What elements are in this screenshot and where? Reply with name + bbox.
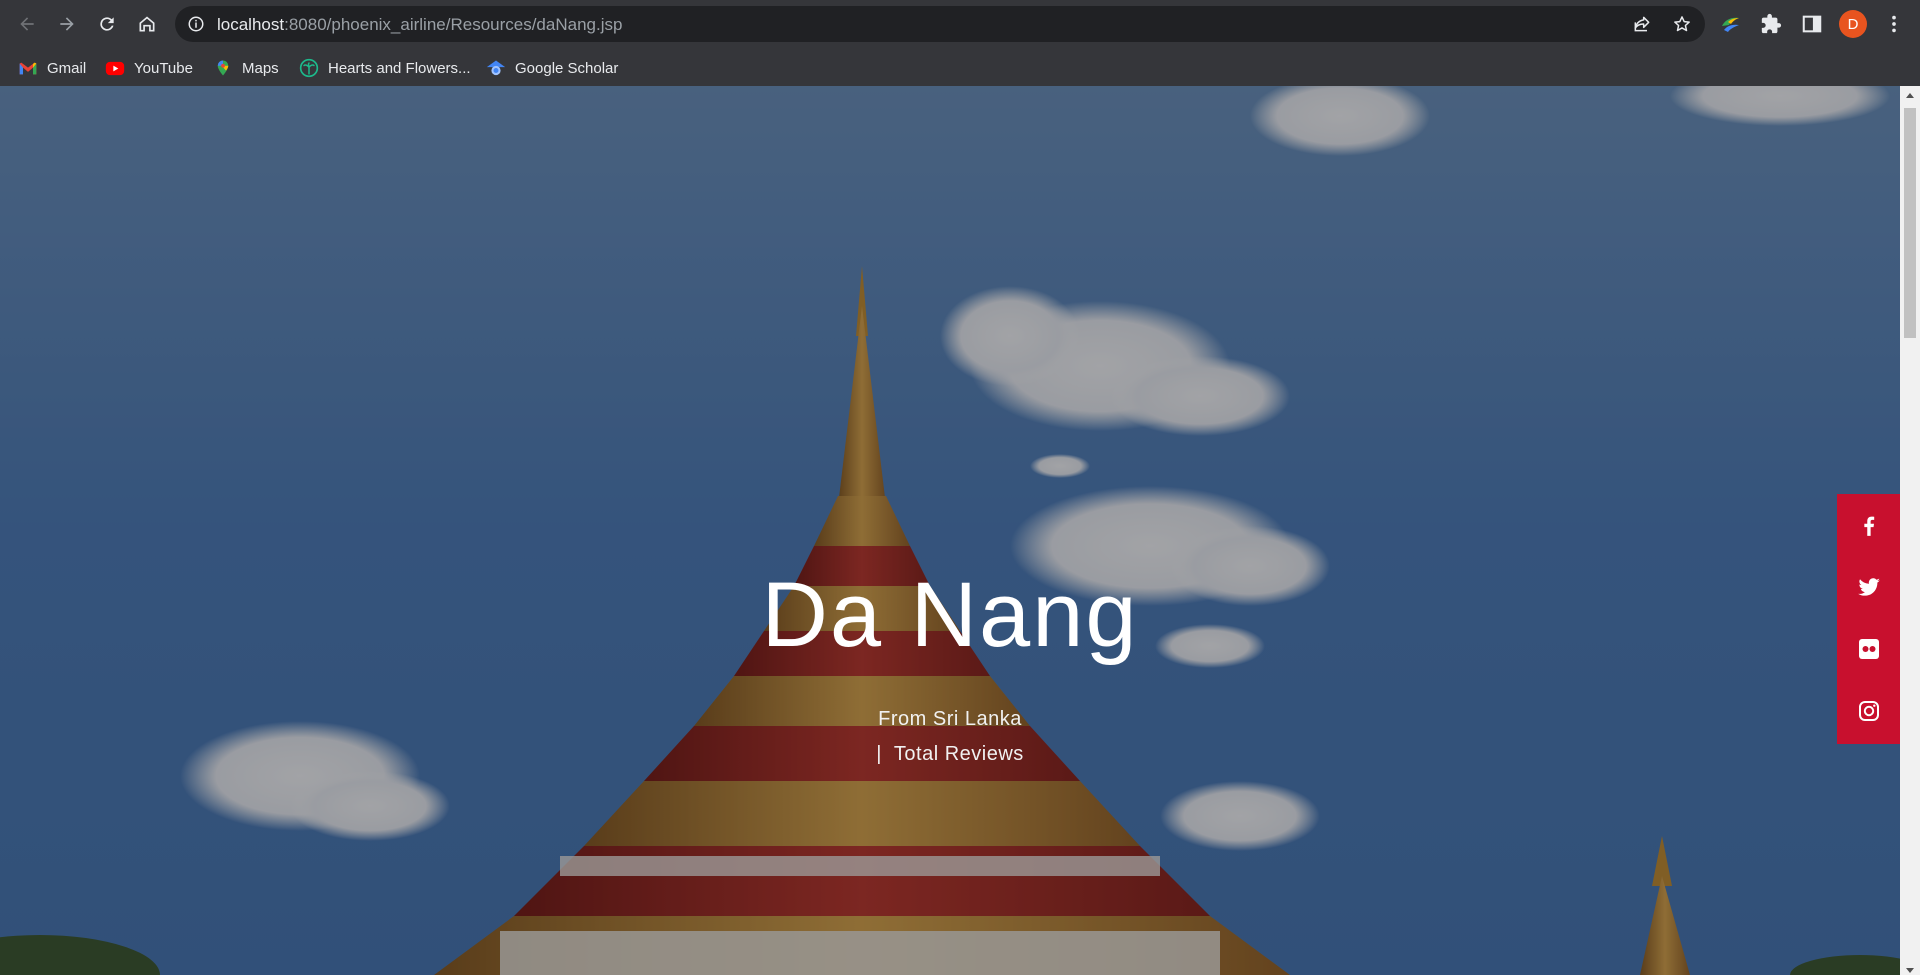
reload-icon [100,17,114,31]
extension-button[interactable] [1718,11,1744,37]
page-title: Da Nang [761,564,1139,666]
bookmark-label: YouTube [134,59,193,77]
url-path: :8080/phoenix_airline/Resources/daNang.j… [284,15,623,34]
back-icon [20,17,34,31]
flickr-link[interactable] [1837,618,1900,680]
puzzle-icon [1761,13,1782,34]
scrollbar-thumb[interactable] [1904,108,1916,338]
gmail-icon [18,58,38,78]
bookmark-youtube[interactable]: YouTube [105,57,193,79]
bookmark-label: Maps [242,59,279,77]
browser-toolbar: localhost:8080/phoenix_airline/Resources… [0,0,1920,49]
url-text[interactable]: localhost:8080/phoenix_airline/Resources… [217,15,622,35]
origin-text: From Sri Lanka [878,708,1022,730]
social-sidebar [1837,494,1900,744]
extensions-button[interactable] [1758,11,1784,37]
twitter-icon [1857,578,1880,596]
bookmark-hearts-and-flowers[interactable]: Hearts and Flowers... [299,57,471,79]
hero-section: Da Nang From Sri Lanka | Total Reviews [0,86,1900,975]
instagram-icon [1858,701,1879,721]
youtube-icon [105,58,125,78]
forward-button[interactable] [51,8,83,40]
bookmark-label: Google Scholar [515,59,619,77]
scroll-down-arrow[interactable] [1906,968,1914,973]
bookmarks-bar: Gmail YouTube Maps Hearts and Flowers...… [0,49,1920,87]
bookmark-maps[interactable]: Maps [213,57,279,79]
facebook-icon [1863,516,1874,536]
info-icon[interactable] [187,15,205,33]
address-bar[interactable]: localhost:8080/phoenix_airline/Resources… [175,6,1705,42]
facebook-link[interactable] [1837,494,1900,556]
page-viewport: Da Nang From Sri Lanka | Total Reviews [0,86,1900,975]
back-button[interactable] [11,8,43,40]
sidebar-icon [1802,15,1822,33]
flickr-icon [1858,639,1879,659]
browser-menu-button[interactable] [1881,11,1907,37]
side-panel-button[interactable] [1799,11,1825,37]
bookmark-label: Gmail [47,59,87,77]
extension-icon [1722,17,1739,32]
reload-button[interactable] [91,8,123,40]
twitter-link[interactable] [1837,556,1900,618]
home-icon [139,16,155,32]
reviews-line: | Total Reviews [0,743,1900,766]
bookmark-google-scholar[interactable]: Google Scholar [486,57,618,79]
scroll-up-arrow[interactable] [1906,93,1914,98]
reviews-label: Total Reviews [893,743,1024,765]
scholar-icon [486,58,506,78]
profile-avatar[interactable]: D [1839,10,1867,38]
star-icon[interactable] [1672,14,1692,34]
hero-overlay [0,86,1900,975]
share-icon[interactable] [1632,14,1652,34]
url-host: localhost [217,15,285,34]
maps-icon [213,58,233,78]
palm-icon [299,58,319,78]
instagram-link[interactable] [1837,680,1900,742]
forward-icon [60,17,74,31]
page-scrollbar[interactable] [1900,86,1920,975]
menu-icon [1892,15,1896,33]
bookmark-label: Hearts and Flowers... [328,59,471,77]
reviews-separator: | [876,743,882,765]
home-button[interactable] [131,8,163,40]
bookmark-gmail[interactable]: Gmail [18,57,86,79]
